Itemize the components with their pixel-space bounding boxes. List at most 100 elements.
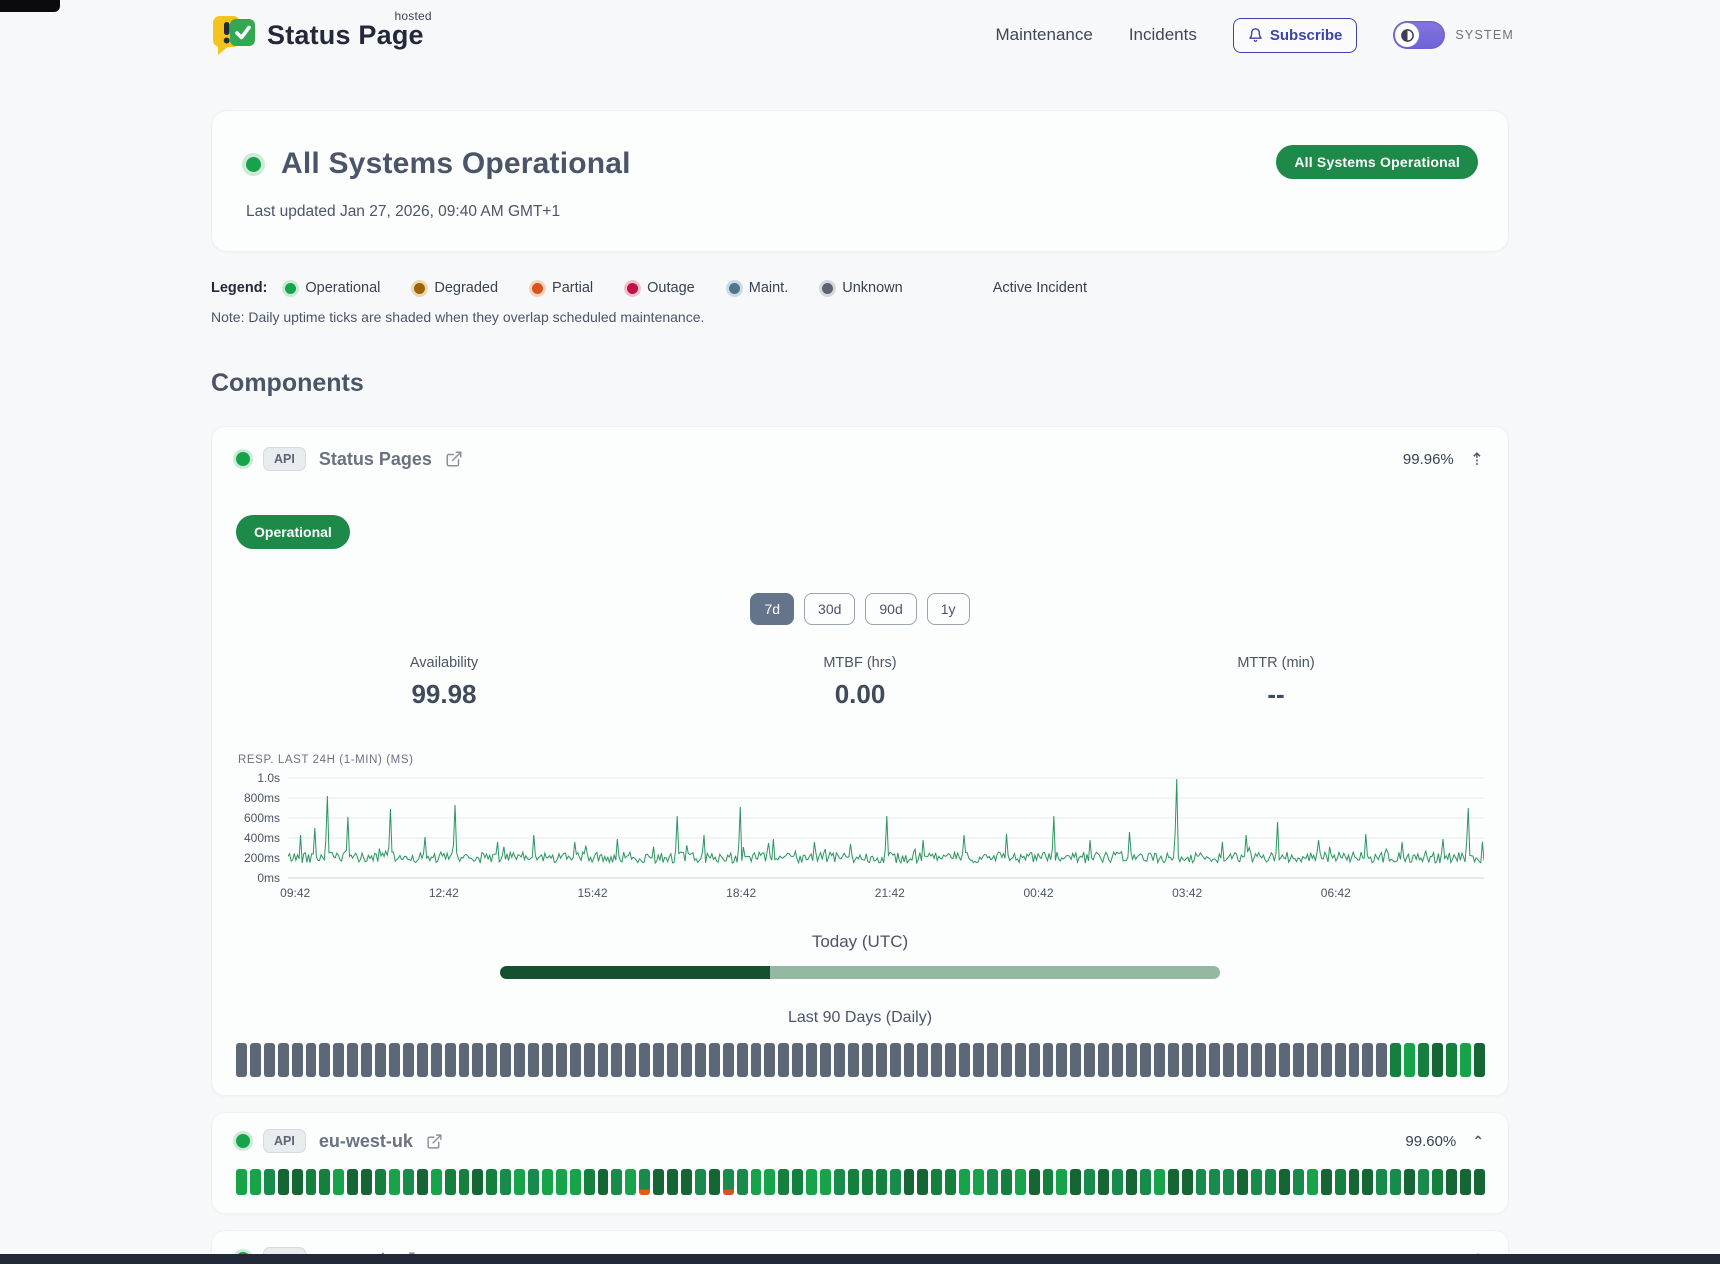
uptime-tick[interactable] — [1154, 1043, 1165, 1077]
uptime-tick[interactable] — [959, 1169, 970, 1195]
uptime-tick[interactable] — [459, 1043, 470, 1077]
uptime-tick[interactable] — [361, 1169, 372, 1195]
uptime-tick[interactable] — [1376, 1043, 1387, 1077]
uptime-tick[interactable] — [695, 1043, 706, 1077]
uptime-tick[interactable] — [1307, 1169, 1318, 1195]
uptime-tick[interactable] — [862, 1043, 873, 1077]
uptime-tick[interactable] — [500, 1169, 511, 1195]
uptime-tick[interactable] — [1279, 1169, 1290, 1195]
uptime-tick[interactable] — [1418, 1043, 1429, 1077]
uptime-tick[interactable] — [556, 1043, 567, 1077]
uptime-tick[interactable] — [1251, 1169, 1262, 1195]
uptime-tick[interactable] — [514, 1169, 525, 1195]
uptime-tick[interactable] — [333, 1169, 344, 1195]
uptime-tick[interactable] — [1182, 1043, 1193, 1077]
uptime-tick[interactable] — [1279, 1043, 1290, 1077]
uptime-tick[interactable] — [904, 1043, 915, 1077]
uptime-tick[interactable] — [973, 1169, 984, 1195]
uptime-tick[interactable] — [1376, 1169, 1387, 1195]
uptime-tick[interactable] — [375, 1043, 386, 1077]
uptime-tick[interactable] — [1084, 1043, 1095, 1077]
theme-toggle[interactable] — [1393, 21, 1445, 49]
uptime-tick[interactable] — [1474, 1043, 1485, 1077]
uptime-tick[interactable] — [459, 1169, 470, 1195]
uptime-tick[interactable] — [403, 1043, 414, 1077]
uptime-tick[interactable] — [1335, 1169, 1346, 1195]
uptime-tick[interactable] — [862, 1169, 873, 1195]
range-button-1y[interactable]: 1y — [927, 593, 970, 625]
uptime-tick[interactable] — [639, 1169, 650, 1195]
external-link-icon[interactable] — [445, 450, 463, 468]
uptime-tick[interactable] — [445, 1169, 456, 1195]
uptime-tick[interactable] — [1070, 1169, 1081, 1195]
uptime-tick[interactable] — [1362, 1169, 1373, 1195]
uptime-tick[interactable] — [945, 1169, 956, 1195]
uptime-tick[interactable] — [556, 1169, 567, 1195]
uptime-tick[interactable] — [1140, 1169, 1151, 1195]
uptime-tick[interactable] — [1293, 1169, 1304, 1195]
uptime-tick[interactable] — [236, 1169, 247, 1195]
uptime-tick[interactable] — [1209, 1043, 1220, 1077]
uptime-tick[interactable] — [611, 1169, 622, 1195]
uptime-tick[interactable] — [1446, 1043, 1457, 1077]
uptime-tick[interactable] — [431, 1043, 442, 1077]
uptime-tick[interactable] — [1126, 1169, 1137, 1195]
uptime-tick[interactable] — [292, 1169, 303, 1195]
uptime-tick[interactable] — [737, 1043, 748, 1077]
uptime-tick[interactable] — [584, 1169, 595, 1195]
expand-chevron-icon[interactable]: ⌃ — [1472, 1134, 1484, 1148]
uptime-tick[interactable] — [1182, 1169, 1193, 1195]
uptime-tick[interactable] — [598, 1169, 609, 1195]
component-name-link[interactable]: Status Pages — [319, 449, 432, 470]
uptime-tick[interactable] — [792, 1169, 803, 1195]
uptime-tick[interactable] — [528, 1043, 539, 1077]
uptime-tick[interactable] — [1112, 1043, 1123, 1077]
uptime-tick[interactable] — [1349, 1043, 1360, 1077]
uptime-tick[interactable] — [917, 1169, 928, 1195]
uptime-tick[interactable] — [431, 1169, 442, 1195]
uptime-tick[interactable] — [1070, 1043, 1081, 1077]
uptime-tick[interactable] — [306, 1169, 317, 1195]
uptime-tick[interactable] — [764, 1169, 775, 1195]
uptime-tick[interactable] — [1043, 1043, 1054, 1077]
uptime-tick[interactable] — [723, 1043, 734, 1077]
uptime-tick[interactable] — [472, 1043, 483, 1077]
uptime-tick[interactable] — [445, 1043, 456, 1077]
uptime-tick[interactable] — [347, 1169, 358, 1195]
uptime-tick[interactable] — [987, 1169, 998, 1195]
uptime-tick[interactable] — [1265, 1043, 1276, 1077]
uptime-tick[interactable] — [1112, 1169, 1123, 1195]
uptime-tick[interactable] — [625, 1169, 636, 1195]
uptime-tick[interactable] — [653, 1169, 664, 1195]
uptime-tick[interactable] — [1043, 1169, 1054, 1195]
range-button-30d[interactable]: 30d — [804, 593, 855, 625]
uptime-tick[interactable] — [417, 1169, 428, 1195]
uptime-tick[interactable] — [1237, 1043, 1248, 1077]
uptime-tick[interactable] — [1460, 1043, 1471, 1077]
uptime-tick[interactable] — [570, 1169, 581, 1195]
range-button-90d[interactable]: 90d — [865, 593, 916, 625]
uptime-tick[interactable] — [959, 1043, 970, 1077]
uptime-tick[interactable] — [1265, 1169, 1276, 1195]
uptime-tick[interactable] — [250, 1043, 261, 1077]
uptime-tick[interactable] — [1001, 1169, 1012, 1195]
uptime-tick[interactable] — [1251, 1043, 1262, 1077]
uptime-tick[interactable] — [973, 1043, 984, 1077]
collapse-arrow-icon[interactable]: ⇡ — [1470, 451, 1484, 468]
uptime-tick[interactable] — [1349, 1169, 1360, 1195]
uptime-tick[interactable] — [1029, 1169, 1040, 1195]
uptime-tick[interactable] — [389, 1169, 400, 1195]
uptime-tick[interactable] — [806, 1169, 817, 1195]
uptime-tick[interactable] — [1418, 1169, 1429, 1195]
uptime-tick[interactable] — [945, 1043, 956, 1077]
uptime-tick[interactable] — [834, 1169, 845, 1195]
uptime-tick[interactable] — [319, 1043, 330, 1077]
uptime-tick[interactable] — [1390, 1043, 1401, 1077]
uptime-tick[interactable] — [1432, 1169, 1443, 1195]
uptime-tick[interactable] — [931, 1043, 942, 1077]
uptime-tick[interactable] — [1056, 1169, 1067, 1195]
uptime-tick[interactable] — [1098, 1169, 1109, 1195]
uptime-tick[interactable] — [403, 1169, 414, 1195]
uptime-tick[interactable] — [778, 1043, 789, 1077]
uptime-tick[interactable] — [264, 1043, 275, 1077]
